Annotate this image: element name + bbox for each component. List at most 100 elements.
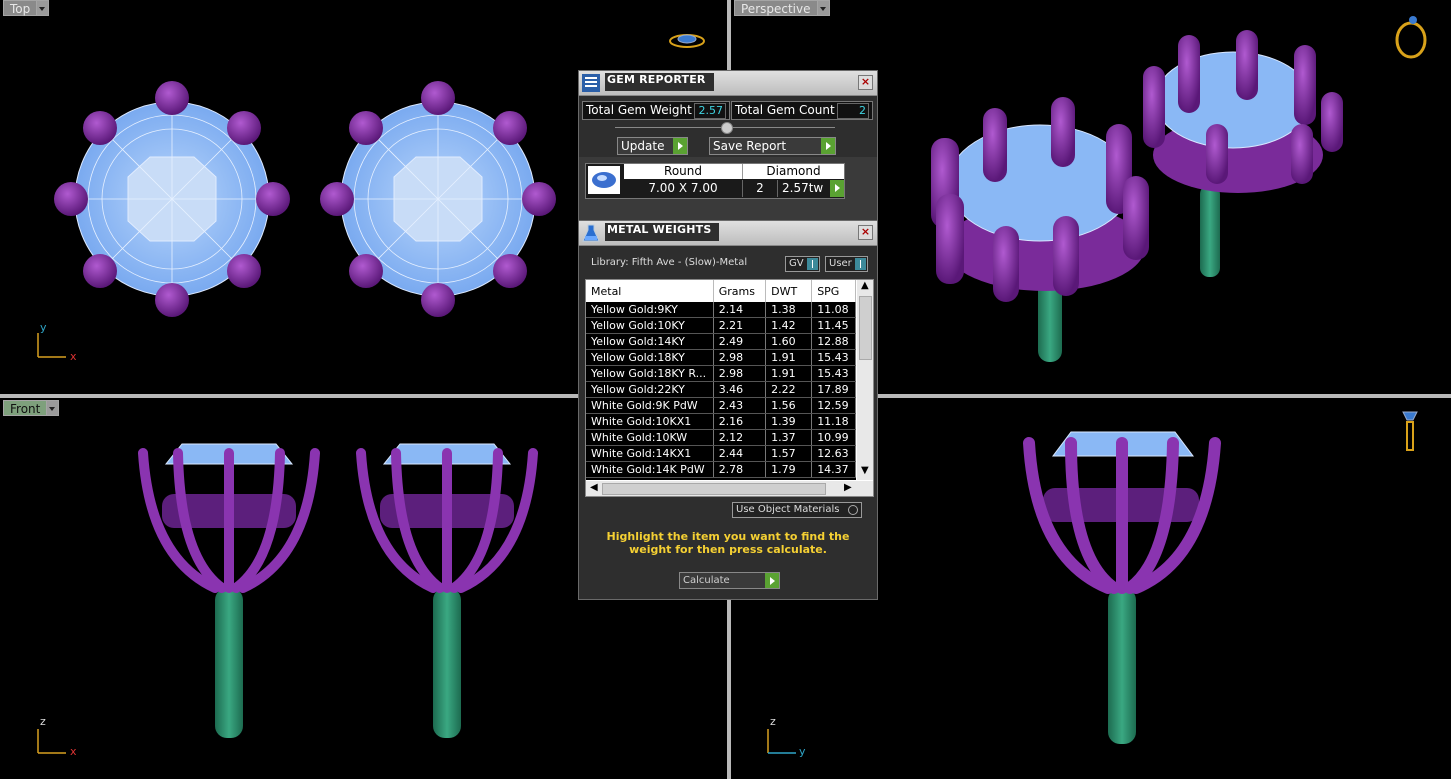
close-icon[interactable]: × [858,75,873,90]
round-gem-icon [588,166,620,194]
right-setting[interactable] [1023,431,1221,744]
gv-toggle[interactable]: GV [785,256,820,272]
scroll-up-icon[interactable]: ▲ [861,280,869,291]
viewport-label-front[interactable]: Front [3,400,48,416]
viewport-label-perspective[interactable]: Perspective [734,0,818,16]
scrollbar-thumb[interactable] [859,296,872,360]
table-row[interactable]: Yellow Gold:18KY R... 2.98 1.91 15.43 [586,365,856,382]
scroll-left-icon[interactable]: ◀ [590,482,598,493]
chevron-down-icon[interactable] [817,0,830,16]
table-cell: 2.49 [713,333,767,350]
save-report-button[interactable]: Save Report [709,137,836,155]
collapse-toggle-icon[interactable] [721,122,733,134]
table-cell: 11.18 [811,413,856,430]
update-button-label: Update [621,139,665,153]
chevron-down-icon[interactable] [47,400,60,416]
scroll-right-icon[interactable]: ▶ [844,482,852,493]
table-cell: 12.88 [811,333,856,350]
table-row[interactable]: Yellow Gold:18KY 2.98 1.91 15.43 [586,349,856,366]
table-cell: 2.44 [713,445,767,462]
table-cell: 2.98 [713,349,767,366]
scrollbar-thumb[interactable] [602,483,826,495]
table-row[interactable]: White Gold:10KX1 2.16 1.39 11.18 [586,413,856,430]
table-cell: White Gold:10KX1 [586,413,714,430]
gem-row[interactable]: Round Diamond 7.00 X 7.00 2 2.57tw [585,163,845,199]
ring-view-icon[interactable] [669,34,705,48]
table-cell: 1.91 [765,365,813,382]
table-cell: 3.46 [713,381,767,398]
viewport-label-top[interactable]: Top [3,0,38,16]
user-toggle-label: User [829,258,852,269]
use-object-materials-toggle[interactable]: Use Object Materials [732,502,862,518]
table-cell: 1.39 [765,413,813,430]
table-cell: 12.63 [811,445,856,462]
calculate-button[interactable]: Calculate [679,572,780,589]
user-toggle[interactable]: User [825,256,868,272]
gem-reporter-title: GEM REPORTER [605,73,714,91]
table-row[interactable]: White Gold:10KW 2.12 1.37 10.99 [586,429,856,446]
table-cell: Yellow Gold:9KY [586,302,714,318]
front-setting-right[interactable] [356,443,538,738]
col-header-dwt[interactable]: DWT [765,280,813,302]
gem-weight: 2.57tw [782,181,824,195]
update-button[interactable]: Update [617,137,688,155]
table-cell: 1.42 [765,317,813,334]
horizontal-scrollbar[interactable]: ◀ ▶ [586,481,873,496]
gem-size: 7.00 X 7.00 [624,180,743,197]
ring-render-icon[interactable] [1395,16,1427,59]
metal-table: Metal Grams DWT SPG Yellow Gold:9KY 2.14 1… [586,280,856,478]
metal-weights-table[interactable]: Metal Grams DWT SPG Yellow Gold:9KY 2.14 1… [585,279,874,497]
right-axis-gizmo [767,729,796,754]
pendant-view-icon[interactable] [1402,411,1418,451]
table-cell: White Gold:9K PdW [586,397,714,414]
table-row[interactable]: Yellow Gold:22KY 3.46 2.22 17.89 [586,381,856,398]
radio-icon [848,505,858,515]
vertical-scrollbar[interactable]: ▲ ▼ [857,280,873,480]
table-row[interactable]: Yellow Gold:10KY 2.21 1.42 11.45 [586,317,856,334]
scroll-down-icon[interactable]: ▼ [861,465,869,476]
play-icon [765,573,779,588]
table-cell: White Gold:10KW [586,429,714,446]
table-row[interactable]: Yellow Gold:14KY 2.49 1.60 12.88 [586,333,856,350]
gem-report-icon [582,74,600,92]
table-row[interactable]: White Gold:14K PdW 2.78 1.79 14.37 [586,461,856,478]
table-cell: White Gold:14KX1 [586,445,714,462]
top-viewport-menu[interactable]: Top [3,0,50,16]
front-viewport-menu[interactable]: Front [3,400,60,416]
toggle-indicator-icon [855,258,866,270]
front-setting-left[interactable] [138,443,320,738]
col-header-metal[interactable]: Metal [586,280,714,302]
axis-label-z: z [770,715,776,728]
total-gem-weight-value: 2.57 [694,103,726,119]
metal-weights-titlebar[interactable]: METAL WEIGHTS × [579,221,877,246]
perspective-viewport-menu[interactable]: Perspective [734,0,830,16]
table-cell: 15.43 [811,349,856,366]
gem-reporter-titlebar[interactable]: GEM REPORTER × [579,71,877,96]
use-object-materials-label: Use Object Materials [736,504,840,515]
table-row[interactable]: Yellow Gold:9KY 2.14 1.38 11.08 [586,302,856,318]
gem-type-header: Diamond [743,164,844,179]
axis-label-y: y [40,321,47,334]
table-cell: 1.38 [765,302,813,318]
col-header-grams[interactable]: Grams [713,280,767,302]
metal-weights-title: METAL WEIGHTS [605,223,720,241]
table-row[interactable]: White Gold:9K PdW 2.43 1.56 12.59 [586,397,856,414]
gem-list: Round Diamond 7.00 X 7.00 2 2.57tw [579,157,877,221]
table-row[interactable]: White Gold:14KX1 2.44 1.57 12.63 [586,445,856,462]
table-cell: 1.79 [765,461,813,478]
close-icon[interactable]: × [858,225,873,240]
play-icon [673,138,687,154]
total-gem-count-group: Total Gem Count 2 [731,101,873,120]
total-gem-count-label: Total Gem Count [735,103,835,117]
col-header-spg[interactable]: SPG [811,280,856,302]
table-cell: 17.89 [811,381,856,398]
table-cell: 1.56 [765,397,813,414]
gem-row-go-button[interactable] [830,180,844,197]
gem-front[interactable] [947,124,1133,242]
gem-count: 2 [743,180,778,197]
chevron-down-icon[interactable] [37,0,50,16]
axis-label-x: x [70,745,77,758]
table-cell: 2.43 [713,397,767,414]
play-icon [835,184,840,192]
table-cell: 11.45 [811,317,856,334]
